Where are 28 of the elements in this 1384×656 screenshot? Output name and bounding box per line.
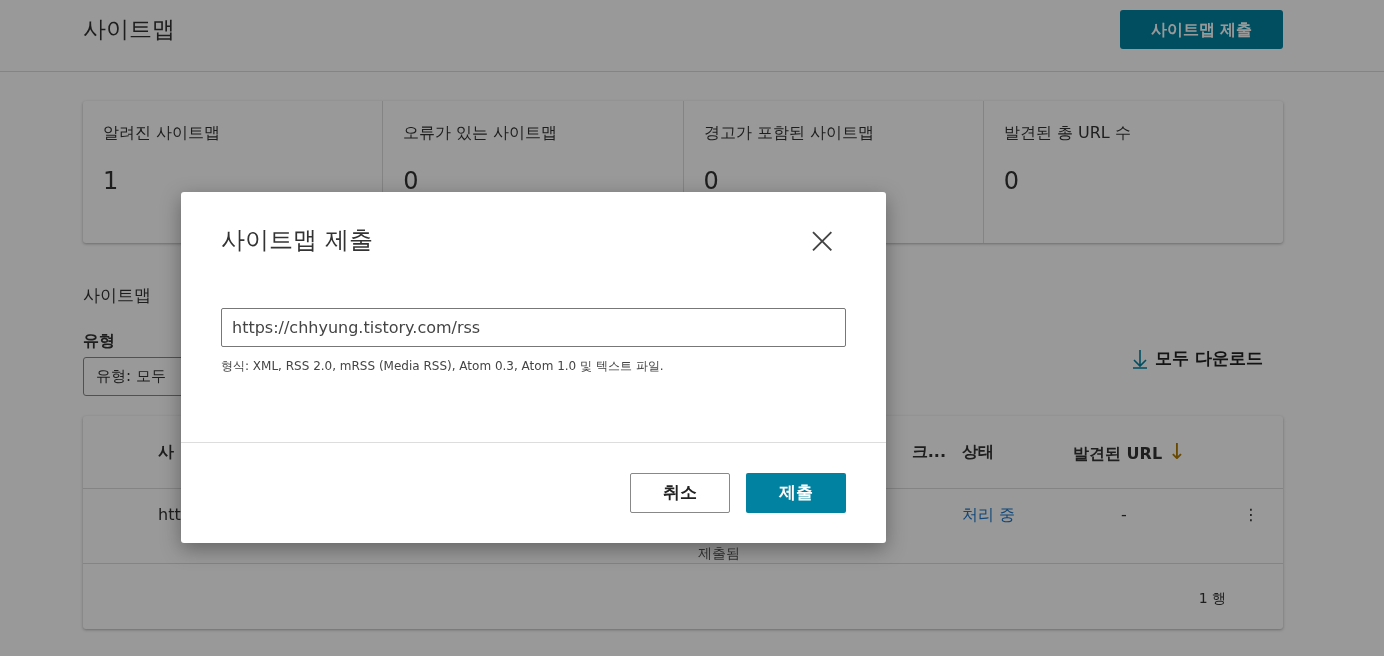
table-cell: - xyxy=(1121,504,1127,524)
stat-value: 0 xyxy=(703,166,720,197)
submit-button[interactable]: 제출 xyxy=(746,473,846,513)
table-cell: htt xyxy=(158,504,181,524)
sitemap-url-field[interactable]: https://chhyung.tistory.com/rss xyxy=(221,308,846,347)
download-icon xyxy=(1133,348,1148,369)
page-title: 사이트맵 xyxy=(83,15,175,44)
stat-label: 오류가 있는 사이트맵 xyxy=(403,122,559,144)
more-menu-icon[interactable]: ⋮ xyxy=(1243,504,1259,524)
stat-value: 0 xyxy=(403,166,420,197)
download-all-button[interactable]: 모두 다운로드 xyxy=(1133,346,1283,372)
dialog-title: 사이트맵 제출 xyxy=(221,225,373,256)
stat-label: 알려진 사이트맵 xyxy=(103,122,222,144)
column-header[interactable]: 상태 xyxy=(962,441,994,461)
stat-value: 0 xyxy=(1003,166,1021,197)
status-link[interactable]: 처리 중 xyxy=(962,504,1016,524)
section-title: 사이트맵 xyxy=(83,284,152,307)
column-header[interactable]: 사 xyxy=(158,441,174,461)
format-hint: 형식: XML, RSS 2.0, mRSS (Media RSS), Atom 0.3, Atom 1.0 및 텍스트 파일. xyxy=(221,358,665,375)
row-count: 1 행 xyxy=(1198,589,1226,606)
submitted-note: 제출됨 xyxy=(698,544,740,561)
cancel-button[interactable]: 취소 xyxy=(630,473,730,513)
close-button[interactable]: × xyxy=(798,225,846,255)
submit-sitemap-button[interactable]: 사이트맵 제출 xyxy=(1120,10,1283,49)
stat-label: 경고가 포함된 사이트맵 xyxy=(703,122,875,144)
stat-label: 발견된 총 URL 수 xyxy=(1003,122,1132,144)
column-header[interactable]: 크... xyxy=(911,441,946,461)
stat-value: 1 xyxy=(103,166,120,197)
